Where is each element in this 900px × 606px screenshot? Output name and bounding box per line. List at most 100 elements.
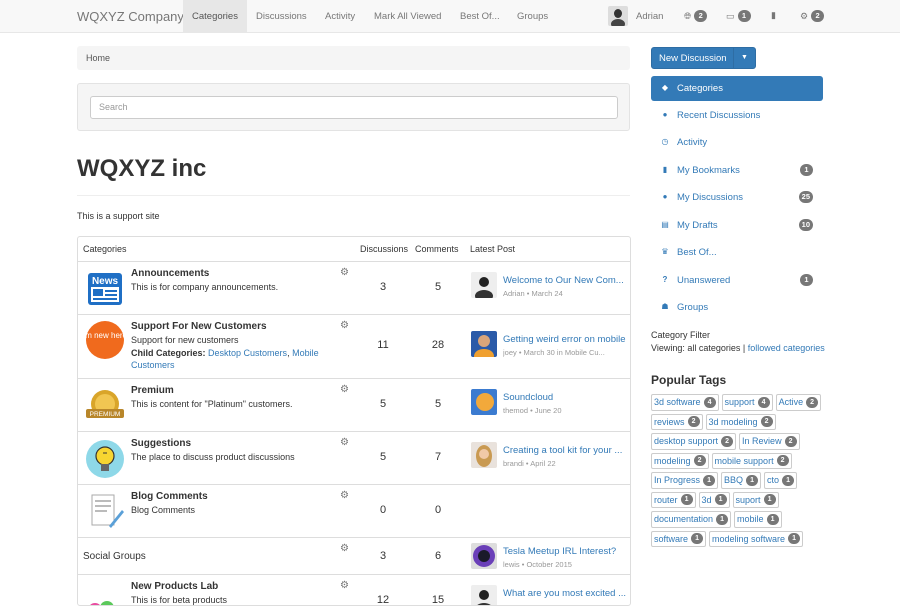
user-menu[interactable]: Adrian	[608, 6, 663, 26]
child-category-link[interactable]: Desktop Customers	[208, 348, 287, 358]
gear-icon[interactable]: ⚙	[340, 437, 349, 448]
category-name[interactable]: Suggestions	[131, 438, 191, 449]
tag-item[interactable]: suport 1	[732, 491, 779, 508]
latest-post-title[interactable]: Soundcloud	[503, 392, 627, 403]
chevron-down-icon[interactable]: ▼	[733, 48, 755, 68]
tag-item[interactable]: In Progress 1	[651, 472, 719, 489]
latest-post-meta: joey • March 30 in Mobile Cu...	[503, 348, 605, 357]
gear-icon[interactable]: ⚙	[340, 320, 349, 331]
tag-item[interactable]: mobile support 2	[711, 452, 792, 469]
tag-item[interactable]: Active 2	[775, 394, 822, 411]
category-group-name[interactable]: Social Groups	[83, 551, 146, 562]
avatar[interactable]	[471, 272, 497, 298]
tag-item[interactable]: software 1	[651, 530, 707, 547]
header-latest-post: Latest Post	[470, 244, 516, 254]
tag-item[interactable]: modeling 2	[651, 452, 709, 469]
question-icon: ?	[662, 275, 668, 284]
tag-count-badge: 1	[782, 474, 795, 486]
gear-icon[interactable]: ⚙	[340, 384, 349, 395]
sidebar-item-activity[interactable]: ◷ Activity	[651, 133, 823, 153]
latest-post-title[interactable]: Getting weird error on mobile	[503, 334, 627, 345]
category-description: Blog Comments	[131, 505, 196, 515]
lab-flask-icon	[85, 582, 125, 605]
tag-item[interactable]: modeling software 1	[709, 530, 804, 547]
tag-item[interactable]: desktop support 2	[651, 433, 737, 450]
tag-item[interactable]: 3d 1	[698, 491, 730, 508]
sidebar-item-categories[interactable]: ◆ Categories	[651, 76, 823, 101]
sidebar-item-unanswered[interactable]: ? Unanswered 1	[651, 271, 823, 291]
gear-icon[interactable]: ⚙	[340, 267, 349, 278]
avatar	[608, 6, 628, 26]
gear-icon[interactable]: ⚙	[340, 543, 349, 554]
divider	[77, 195, 630, 196]
settings-button[interactable]: ⚙ 2	[800, 10, 825, 22]
tag-item[interactable]: router 1	[651, 491, 696, 508]
sidebar-item-drafts[interactable]: ▤ My Drafts 10	[651, 216, 823, 236]
avatar[interactable]	[471, 585, 497, 605]
comments-count: 7	[434, 451, 442, 463]
tag-item[interactable]: In Review 2	[739, 433, 800, 450]
new-discussion-button[interactable]: New Discussion ▼	[651, 47, 756, 69]
tag-label: modeling software	[712, 533, 786, 544]
avatar[interactable]	[471, 331, 497, 357]
tag-label: suport	[735, 494, 761, 505]
tag-count-badge: 2	[760, 416, 773, 428]
category-name[interactable]: Premium	[131, 385, 174, 396]
tag-item[interactable]: documentation 1	[651, 511, 732, 528]
sidebar-item-bookmarks[interactable]: ▮ My Bookmarks 1	[651, 161, 823, 181]
nav-mark-all-viewed[interactable]: Mark All Viewed	[365, 0, 450, 33]
tag-label: 3d software	[654, 397, 701, 408]
tag-label: modeling	[654, 455, 691, 466]
sidebar-item-groups[interactable]: ☗ Groups	[651, 298, 823, 318]
bookmarks-button[interactable]: ▮	[771, 10, 776, 21]
table-row: New Products Lab This is for beta produc…	[78, 574, 630, 605]
category-name[interactable]: Support For New Customers	[131, 321, 267, 332]
sidebar-item-label: Recent Discussions	[677, 110, 761, 121]
tag-item[interactable]: support 4	[721, 394, 773, 411]
brand-logo[interactable]: WQXYZ Company	[77, 9, 184, 24]
category-name[interactable]: Blog Comments	[131, 491, 208, 502]
tag-item[interactable]: BBQ 1	[721, 472, 762, 489]
followed-categories-link[interactable]: followed categories	[748, 343, 825, 353]
tag-item[interactable]: reviews 2	[651, 413, 703, 430]
tag-item[interactable]: cto 1	[764, 472, 798, 489]
gear-icon[interactable]: ⚙	[340, 490, 349, 501]
avatar[interactable]	[471, 442, 497, 468]
gear-icon: ⚙	[800, 10, 809, 21]
sidebar-item-recent-discussions[interactable]: ● Recent Discussions	[651, 106, 823, 126]
notifications-badge: 2	[694, 10, 708, 22]
table-row: Blog Comments Blog Comments ⚙ 0 0	[78, 484, 630, 537]
notifications-button[interactable]: 🌐︎ 2	[684, 10, 708, 22]
latest-post-title[interactable]: Tesla Meetup IRL Interest?	[503, 546, 627, 557]
tag-label: router	[654, 494, 678, 505]
nav-activity[interactable]: Activity	[316, 0, 364, 33]
tag-count-badge: 2	[776, 455, 789, 467]
header-discussions: Discussions	[360, 244, 409, 254]
table-row: Suggestions The place to discuss product…	[78, 431, 630, 484]
latest-post-title[interactable]: Creating a tool kit for your ...	[503, 445, 627, 456]
globe-icon: 🌐︎	[684, 10, 692, 21]
nav-discussions[interactable]: Discussions	[247, 0, 316, 33]
tag-item[interactable]: 3d modeling 2	[705, 413, 776, 430]
latest-post-title[interactable]: What are you most excited ...	[503, 588, 627, 599]
nav-categories[interactable]: Categories	[183, 0, 247, 33]
header-comments: Comments	[415, 244, 459, 254]
category-description: Support for new customers Child Categori…	[131, 335, 319, 370]
gear-icon[interactable]: ⚙	[340, 580, 349, 591]
sidebar-item-best-of[interactable]: ♛ Best Of...	[651, 243, 823, 263]
tag-item[interactable]: 3d software 4	[651, 394, 719, 411]
nav-best-of[interactable]: Best Of...	[451, 0, 509, 33]
category-description: The place to discuss product discussions	[131, 452, 295, 462]
nav-groups[interactable]: Groups	[508, 0, 557, 33]
tag-item[interactable]: mobile 1	[734, 511, 782, 528]
breadcrumb-home[interactable]: Home	[86, 53, 110, 63]
search-input[interactable]: Search	[90, 96, 618, 119]
inbox-button[interactable]: ▭ 1	[726, 10, 751, 22]
avatar[interactable]	[471, 389, 497, 415]
category-name[interactable]: New Products Lab	[131, 581, 218, 592]
sidebar-item-my-discussions[interactable]: ● My Discussions 25	[651, 188, 823, 208]
tag-count-badge: 1	[763, 494, 776, 506]
avatar[interactable]	[471, 543, 497, 569]
latest-post-title[interactable]: Welcome to Our New Com...	[503, 275, 627, 286]
category-name[interactable]: Announcements	[131, 268, 209, 279]
